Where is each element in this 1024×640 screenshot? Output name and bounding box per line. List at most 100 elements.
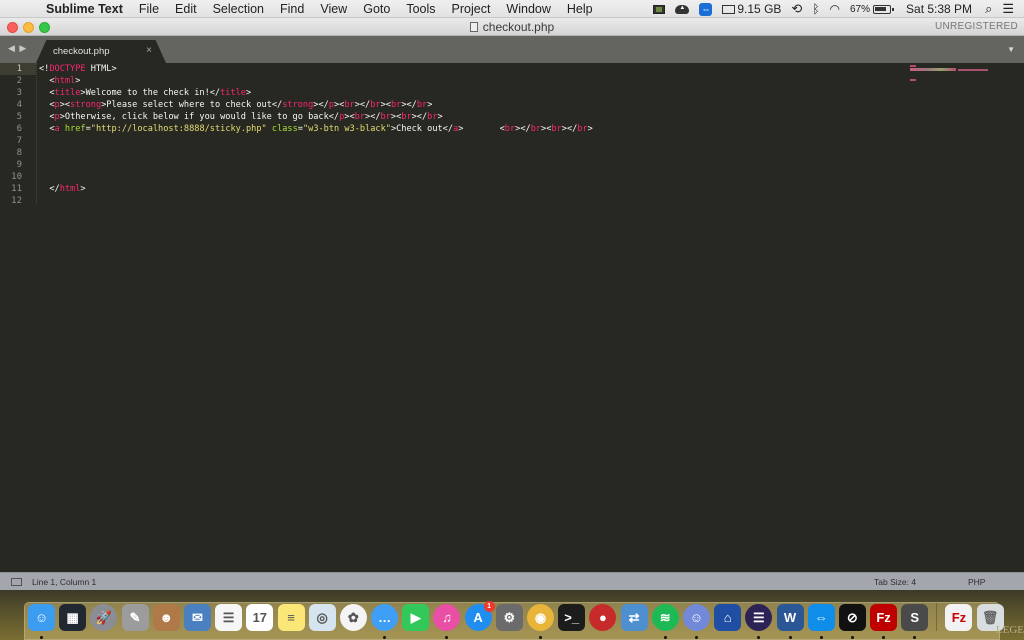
code-line[interactable]: </html> — [39, 183, 904, 195]
dock-terminal-icon[interactable]: >_ — [558, 603, 586, 631]
code-line[interactable] — [39, 147, 904, 159]
html-tag-token: br — [380, 112, 391, 122]
menu-project[interactable]: Project — [444, 0, 499, 18]
tab-navigation-arrows[interactable]: ◀ ▶ — [8, 43, 27, 54]
menu-app-name[interactable]: Sublime Text — [43, 0, 131, 18]
code-line[interactable] — [39, 159, 904, 171]
minimap[interactable] — [910, 65, 990, 85]
line-number[interactable]: 8 — [0, 147, 36, 159]
dock-mission-control-icon[interactable]: ▦ — [59, 603, 87, 631]
line-number[interactable]: 7 — [0, 135, 36, 147]
dock-notes-icon[interactable]: ≡ — [277, 603, 305, 631]
dock-messages-icon[interactable]: … — [371, 603, 399, 639]
wifi-icon[interactable]: ◠ — [830, 2, 840, 16]
dock-itunes-icon[interactable]: ♫ — [433, 603, 461, 639]
dock-eclipse-icon[interactable]: ☰ — [745, 603, 773, 639]
dock-sublime-text-icon[interactable]: S — [901, 603, 929, 639]
tab-size-selector[interactable]: Tab Size: 4 — [874, 573, 916, 591]
dock-ps4-remote-play-icon[interactable]: ⌂ — [714, 603, 742, 631]
code-line[interactable]: <html> — [39, 75, 904, 87]
line-number[interactable]: 3 — [0, 87, 36, 99]
spotlight-search-icon[interactable]: ⌕ — [985, 1, 992, 17]
dock-app-store-icon[interactable]: A1 — [464, 600, 495, 631]
clock[interactable]: Sat 5:38 PM — [906, 2, 972, 16]
tab-checkout-php[interactable]: checkout.php × — [36, 40, 166, 63]
dock-epic-launcher-icon[interactable]: ⊘ — [838, 603, 866, 639]
tab-close-icon[interactable]: × — [146, 45, 152, 56]
menu-selection[interactable]: Selection — [205, 0, 272, 18]
bluetooth-icon[interactable]: ᛒ — [812, 2, 819, 16]
code-area[interactable]: <!DOCTYPE HTML> <html> <title>Welcome to… — [39, 63, 904, 207]
dock-xcode-tools-icon[interactable]: ✎ — [121, 603, 149, 631]
dock-preview-icon[interactable]: ◎ — [308, 603, 336, 631]
line-number[interactable]: 1 — [0, 63, 36, 75]
menu-find[interactable]: Find — [272, 0, 312, 18]
line-number[interactable]: 4 — [0, 99, 36, 111]
dock-launchpad-icon[interactable]: 🚀 — [90, 603, 118, 631]
code-line[interactable] — [39, 135, 904, 147]
code-line[interactable]: <p><strong>Please select where to check … — [39, 99, 904, 111]
line-number[interactable]: 12 — [0, 195, 36, 207]
code-editor[interactable]: 1 2 3 4 5 6 7 8 9 10 11 12 <!DOCTYPE HTML> <html> <… — [0, 63, 1024, 572]
code-line[interactable] — [39, 195, 904, 207]
dock-filezilla-icon[interactable]: Fz — [870, 603, 898, 639]
text-token: < — [39, 112, 55, 122]
syntax-selector[interactable]: PHP — [968, 573, 985, 591]
dock-discord-icon[interactable]: ☺ — [682, 603, 710, 639]
menu-edit[interactable]: Edit — [167, 0, 205, 18]
line-number[interactable]: 6 — [0, 123, 36, 135]
text-token: >Check out</ — [390, 124, 454, 134]
code-line[interactable]: <!DOCTYPE HTML> — [39, 63, 904, 75]
notification-center-icon[interactable]: ☰ — [1002, 1, 1014, 17]
dock-photos-icon[interactable]: ✿ — [339, 603, 367, 631]
menu-help[interactable]: Help — [559, 0, 601, 18]
line-number[interactable]: 11 — [0, 183, 36, 195]
text-token: >< — [333, 100, 345, 110]
facetime-glyph: ▶ — [410, 609, 421, 625]
code-line[interactable]: <p>Otherwise, click below if you would l… — [39, 111, 904, 123]
dock-mail-icon[interactable]: ✉ — [183, 603, 211, 631]
dock-reminders-icon[interactable]: ☰ — [215, 603, 243, 631]
tab-list-dropdown-icon[interactable]: ▼ — [1007, 45, 1015, 54]
text-token: >Please select where to check out</ — [101, 100, 283, 110]
panel-toggle-icon[interactable] — [11, 578, 22, 586]
menu-file[interactable]: File — [131, 0, 167, 18]
dock-finder-icon[interactable]: ☺ — [28, 603, 55, 639]
dock-facetime-icon[interactable]: ▶ — [402, 603, 430, 631]
html-tag-token: br — [504, 124, 516, 134]
line-number[interactable]: 9 — [0, 159, 36, 171]
line-number[interactable]: 2 — [0, 75, 36, 87]
menu-window[interactable]: Window — [498, 0, 558, 18]
html-tag-token: html — [54, 76, 76, 86]
code-line[interactable]: <title>Welcome to the check in!</title> — [39, 87, 904, 99]
battery-status[interactable]: 67% — [850, 4, 895, 15]
dock-filezilla-document-icon[interactable]: Fz — [945, 603, 973, 631]
code-line[interactable] — [39, 171, 904, 183]
dock-microsoft-word-icon[interactable]: W — [776, 603, 804, 639]
running-indicator — [850, 635, 854, 639]
menu-goto[interactable]: Goto — [355, 0, 398, 18]
unregistered-label: UNREGISTERED — [934, 21, 1018, 32]
code-line[interactable]: <a href="http://localhost:8888/sticky.ph… — [39, 123, 904, 135]
dock-calendar-icon[interactable]: 17 — [246, 603, 274, 631]
dock-spotify-icon[interactable]: ≋ — [651, 603, 679, 639]
menu-view[interactable]: View — [312, 0, 355, 18]
memory-chip-icon — [722, 4, 736, 14]
dock-chrome-icon[interactable]: ◉ — [527, 603, 554, 639]
file-sharing-glyph: ⇄ — [628, 609, 640, 625]
text-token: < — [39, 124, 55, 134]
time-machine-icon[interactable]: ⟲ — [791, 1, 802, 17]
dock-molecule-app-icon[interactable]: ● — [589, 603, 617, 631]
dock-teamviewer-icon[interactable]: ⇔ — [807, 603, 835, 639]
cloud-upload-icon[interactable] — [675, 4, 690, 14]
line-number[interactable]: 10 — [0, 171, 36, 183]
dock-contacts-icon[interactable]: ☻ — [152, 603, 180, 631]
dock-system-preferences-icon[interactable]: ⚙ — [495, 603, 523, 631]
text-token: < — [39, 88, 55, 98]
menu-tools[interactable]: Tools — [398, 0, 443, 18]
dock-file-sharing-icon[interactable]: ⇄ — [620, 603, 648, 631]
memory-monitor[interactable]: 9.15 GB — [722, 2, 781, 16]
teamviewer-icon[interactable]: ⇔ — [699, 2, 713, 16]
line-number[interactable]: 5 — [0, 111, 36, 123]
display-icon[interactable] — [653, 4, 666, 14]
